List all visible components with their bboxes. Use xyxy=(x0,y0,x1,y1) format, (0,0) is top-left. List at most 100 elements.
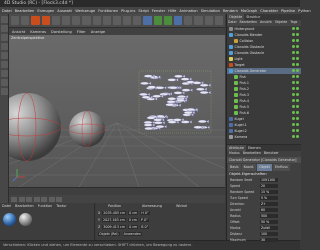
menu-item[interactable]: Simulation xyxy=(201,9,220,13)
visibility-toggles[interactable] xyxy=(291,51,299,55)
visibility-toggles[interactable] xyxy=(291,129,299,133)
coord-size-field[interactable]: 0 cm xyxy=(128,225,139,229)
light-icon[interactable] xyxy=(214,16,223,25)
visibility-toggles[interactable] xyxy=(291,63,299,67)
attribute-tab[interactable]: Einfluss xyxy=(272,164,290,171)
go-to-end-icon[interactable] xyxy=(41,196,47,202)
array-icon[interactable] xyxy=(174,16,183,25)
material-menu-item[interactable]: Bearbeiten xyxy=(15,204,34,208)
visibility-toggles[interactable] xyxy=(291,87,299,91)
step-back-icon[interactable] xyxy=(18,196,25,202)
menu-item[interactable]: Pipeline xyxy=(281,9,295,13)
y-axis-icon[interactable] xyxy=(82,16,91,25)
coord-size-field[interactable]: 0 cm xyxy=(128,211,139,215)
z-axis-icon[interactable] xyxy=(92,16,101,25)
record-icon[interactable] xyxy=(48,196,55,202)
live-select-icon[interactable] xyxy=(31,16,40,25)
visibility-toggles[interactable] xyxy=(291,135,299,139)
menu-item[interactable]: Animation xyxy=(179,9,197,13)
timeline[interactable] xyxy=(9,187,225,195)
3d-viewport[interactable]: Zentralperspektive xyxy=(9,35,225,187)
deformer-icon[interactable] xyxy=(184,16,193,25)
model-mode-icon[interactable] xyxy=(1,43,8,50)
attribute-value-field[interactable]: 20 xyxy=(260,183,278,189)
menu-item[interactable]: Erzeugen xyxy=(37,9,54,13)
menu-item[interactable]: Werkzeuge xyxy=(75,9,95,13)
move-icon[interactable] xyxy=(41,16,50,25)
attribute-tab[interactable]: Objekt xyxy=(257,164,272,171)
visibility-toggles[interactable] xyxy=(291,81,299,85)
visibility-toggles[interactable] xyxy=(291,27,299,31)
coord-position-field[interactable]: 3009.413 cm xyxy=(102,225,127,229)
sphere-medium[interactable] xyxy=(68,110,106,148)
point-mode-icon[interactable] xyxy=(1,34,8,41)
menu-item[interactable]: Auswahl xyxy=(57,9,72,13)
visibility-toggles[interactable] xyxy=(291,111,299,115)
attribute-tab[interactable]: Basis xyxy=(228,164,241,171)
render-view-icon[interactable] xyxy=(112,16,122,25)
x-axis-icon[interactable] xyxy=(72,16,81,25)
spline-icon[interactable] xyxy=(153,16,162,25)
menu-item[interactable]: Bearbeiten xyxy=(15,9,35,13)
attribute-value-field[interactable]: 15 % xyxy=(260,189,278,195)
object-row[interactable]: Kamera xyxy=(227,134,301,140)
cube-icon[interactable] xyxy=(143,16,152,25)
attribute-tab[interactable]: Koord. xyxy=(241,164,257,171)
material-menu-item[interactable]: Datei xyxy=(2,204,11,208)
workplane-icon[interactable] xyxy=(1,79,8,86)
render-settings-icon[interactable] xyxy=(133,16,142,25)
viewport-menu-item[interactable]: Ansicht xyxy=(12,30,25,34)
coord-angle-field[interactable]: P 0° xyxy=(140,218,149,222)
axis-mode-icon[interactable] xyxy=(1,61,8,68)
viewport-menu-item[interactable]: Darstellung xyxy=(51,30,72,34)
coordinate-system-icon[interactable] xyxy=(102,16,111,25)
attribute-value-field[interactable]: 100 xyxy=(260,231,278,237)
step-forward-icon[interactable] xyxy=(33,196,40,202)
rotate-icon[interactable] xyxy=(61,16,71,25)
redo-icon[interactable] xyxy=(21,16,30,25)
render-picture-icon[interactable] xyxy=(123,16,132,25)
visibility-toggles[interactable] xyxy=(291,93,299,97)
environment-icon[interactable] xyxy=(194,16,203,25)
coord-mode-select[interactable]: Objekt (Rel) xyxy=(98,232,120,236)
coord-position-field[interactable]: 2035.405 cm xyxy=(102,211,127,215)
visibility-toggles[interactable] xyxy=(291,39,299,43)
material-swatch-1[interactable] xyxy=(3,213,16,226)
visibility-toggles[interactable] xyxy=(291,33,299,37)
snap-icon[interactable] xyxy=(1,70,8,77)
viewport-menu-item[interactable]: Kameras xyxy=(30,30,46,34)
viewport-menu-item[interactable]: Filter xyxy=(77,30,86,34)
nurbs-icon[interactable] xyxy=(163,16,172,25)
coord-size-field[interactable]: 0 cm xyxy=(127,218,138,222)
menu-item[interactable]: Datei xyxy=(2,9,12,13)
keyframe-icon[interactable] xyxy=(56,196,62,202)
material-swatch-2[interactable] xyxy=(19,213,32,226)
coord-position-field[interactable]: 2027.163 cm xyxy=(102,218,126,222)
polygon-mode-icon[interactable] xyxy=(1,16,8,23)
visibility-toggles[interactable] xyxy=(291,99,299,103)
visibility-toggles[interactable] xyxy=(291,105,299,109)
viewport-menu-item[interactable]: Anzeige xyxy=(91,30,105,34)
coord-angle-field[interactable]: B 0° xyxy=(140,225,150,229)
menu-item[interactable]: Hilfe xyxy=(168,9,176,13)
attribute-value-field[interactable]: 60 xyxy=(260,207,278,213)
coord-angle-field[interactable]: H 0° xyxy=(140,211,150,215)
menu-item[interactable]: Python xyxy=(298,9,310,13)
lock-icon[interactable] xyxy=(1,88,8,95)
visibility-toggles[interactable] xyxy=(291,45,299,49)
attribute-value-field[interactable]: Zufall xyxy=(260,225,278,231)
menu-item[interactable]: Skript xyxy=(138,9,149,13)
menu-item[interactable]: Charakter xyxy=(260,9,278,13)
menu-item[interactable]: MoGraph xyxy=(241,9,257,13)
attribute-value-field[interactable]: 30 xyxy=(260,237,278,243)
material-menu-item[interactable]: Textur xyxy=(56,204,66,208)
texture-mode-icon[interactable] xyxy=(1,52,8,59)
attribute-value-field[interactable]: 50 % xyxy=(260,219,278,225)
visibility-toggles[interactable] xyxy=(291,75,299,79)
menu-item[interactable]: Fenster xyxy=(152,9,165,13)
visibility-toggles[interactable] xyxy=(291,123,299,127)
menu-item[interactable]: Rendern xyxy=(223,9,238,13)
apply-button[interactable]: Anwenden xyxy=(122,232,142,236)
undo-icon[interactable] xyxy=(11,16,20,25)
attribute-value-field[interactable]: 500 xyxy=(260,213,278,219)
